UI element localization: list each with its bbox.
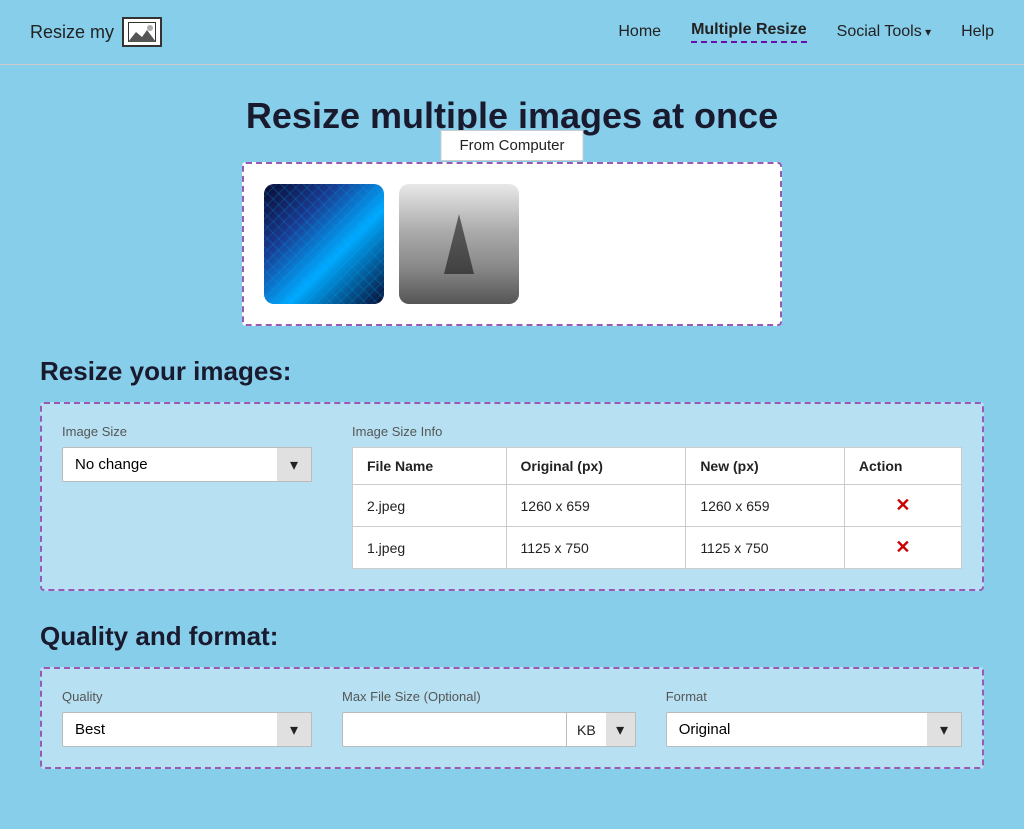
max-size-label: Max File Size (Optional) <box>342 689 636 704</box>
max-size-input[interactable] <box>342 712 566 747</box>
brand: Resize my <box>30 17 162 47</box>
file-info-table: File Name Original (px) New (px) Action … <box>352 447 962 569</box>
format-panel: Format Original JPEG PNG WebP GIF ▾ <box>666 689 962 747</box>
quality-inner: Quality Best Good Medium Low ▾ Max File … <box>62 689 962 747</box>
delete-btn-2[interactable]: ✕ <box>895 537 910 558</box>
action-cell-1: ✕ <box>844 485 961 527</box>
table-row: 2.jpeg 1260 x 659 1260 x 659 ✕ <box>353 485 962 527</box>
quality-select-wrapper: Best Good Medium Low ▾ <box>62 712 312 747</box>
format-select[interactable]: Original JPEG PNG WebP GIF <box>666 712 962 747</box>
format-label: Format <box>666 689 962 704</box>
original-size-2: 1125 x 750 <box>506 527 686 569</box>
navbar-nav: Home Multiple Resize Social Tools Help <box>618 21 994 43</box>
delete-btn-1[interactable]: ✕ <box>895 495 910 516</box>
original-size-1: 1260 x 659 <box>506 485 686 527</box>
from-computer-tab[interactable]: From Computer <box>440 130 583 161</box>
action-cell-2: ✕ <box>844 527 961 569</box>
file-name-2: 1.jpeg <box>353 527 507 569</box>
col-new: New (px) <box>686 448 845 485</box>
thumbnail-1 <box>264 184 384 304</box>
upload-dropzone[interactable] <box>242 162 782 326</box>
col-action: Action <box>844 448 961 485</box>
col-original: Original (px) <box>506 448 686 485</box>
thumbnail-2 <box>399 184 519 304</box>
image-icon <box>128 22 156 42</box>
max-size-panel: Max File Size (Optional) KB ▾ <box>342 689 636 747</box>
kb-dropdown-arrow[interactable]: ▾ <box>606 712 636 747</box>
kb-label: KB <box>566 712 606 747</box>
quality-select[interactable]: Best Good Medium Low <box>62 712 312 747</box>
table-row: 1.jpeg 1125 x 750 1125 x 750 ✕ <box>353 527 962 569</box>
image-size-info-label: Image Size Info <box>352 424 962 439</box>
upload-container: From Computer <box>242 162 782 326</box>
resize-section-title: Resize your images: <box>40 356 984 387</box>
nav-multiple-resize[interactable]: Multiple Resize <box>691 21 807 43</box>
quality-panel: Quality Best Good Medium Low ▾ <box>62 689 312 747</box>
quality-section-title: Quality and format: <box>40 621 984 652</box>
image-size-label: Image Size <box>62 424 312 439</box>
image-size-panel: Image Size No change Custom size Percent… <box>62 424 312 482</box>
upload-section: From Computer <box>40 162 984 326</box>
col-filename: File Name <box>353 448 507 485</box>
resize-section-box: Image Size No change Custom size Percent… <box>40 402 984 591</box>
navbar: Resize my Home Multiple Resize Social To… <box>0 0 1024 65</box>
image-size-select-wrapper: No change Custom size Percentage ▾ <box>62 447 312 482</box>
nav-home[interactable]: Home <box>618 23 661 41</box>
image-size-info: Image Size Info File Name Original (px) … <box>352 424 962 569</box>
quality-section-box: Quality Best Good Medium Low ▾ Max File … <box>40 667 984 769</box>
format-select-wrapper: Original JPEG PNG WebP GIF ▾ <box>666 712 962 747</box>
nav-social-tools[interactable]: Social Tools <box>837 23 931 41</box>
new-size-1: 1260 x 659 <box>686 485 845 527</box>
main-content: Resize multiple images at once From Comp… <box>0 65 1024 829</box>
nav-help[interactable]: Help <box>961 23 994 41</box>
brand-text: Resize my <box>30 22 114 43</box>
file-name-1: 2.jpeg <box>353 485 507 527</box>
resize-inner: Image Size No change Custom size Percent… <box>62 424 962 569</box>
new-size-2: 1125 x 750 <box>686 527 845 569</box>
resize-section: Resize your images: Image Size No change… <box>40 356 984 591</box>
max-size-input-row: KB ▾ <box>342 712 636 747</box>
quality-section: Quality and format: Quality Best Good Me… <box>40 621 984 769</box>
image-size-select[interactable]: No change Custom size Percentage <box>62 447 312 482</box>
brand-logo <box>122 17 162 47</box>
quality-label: Quality <box>62 689 312 704</box>
